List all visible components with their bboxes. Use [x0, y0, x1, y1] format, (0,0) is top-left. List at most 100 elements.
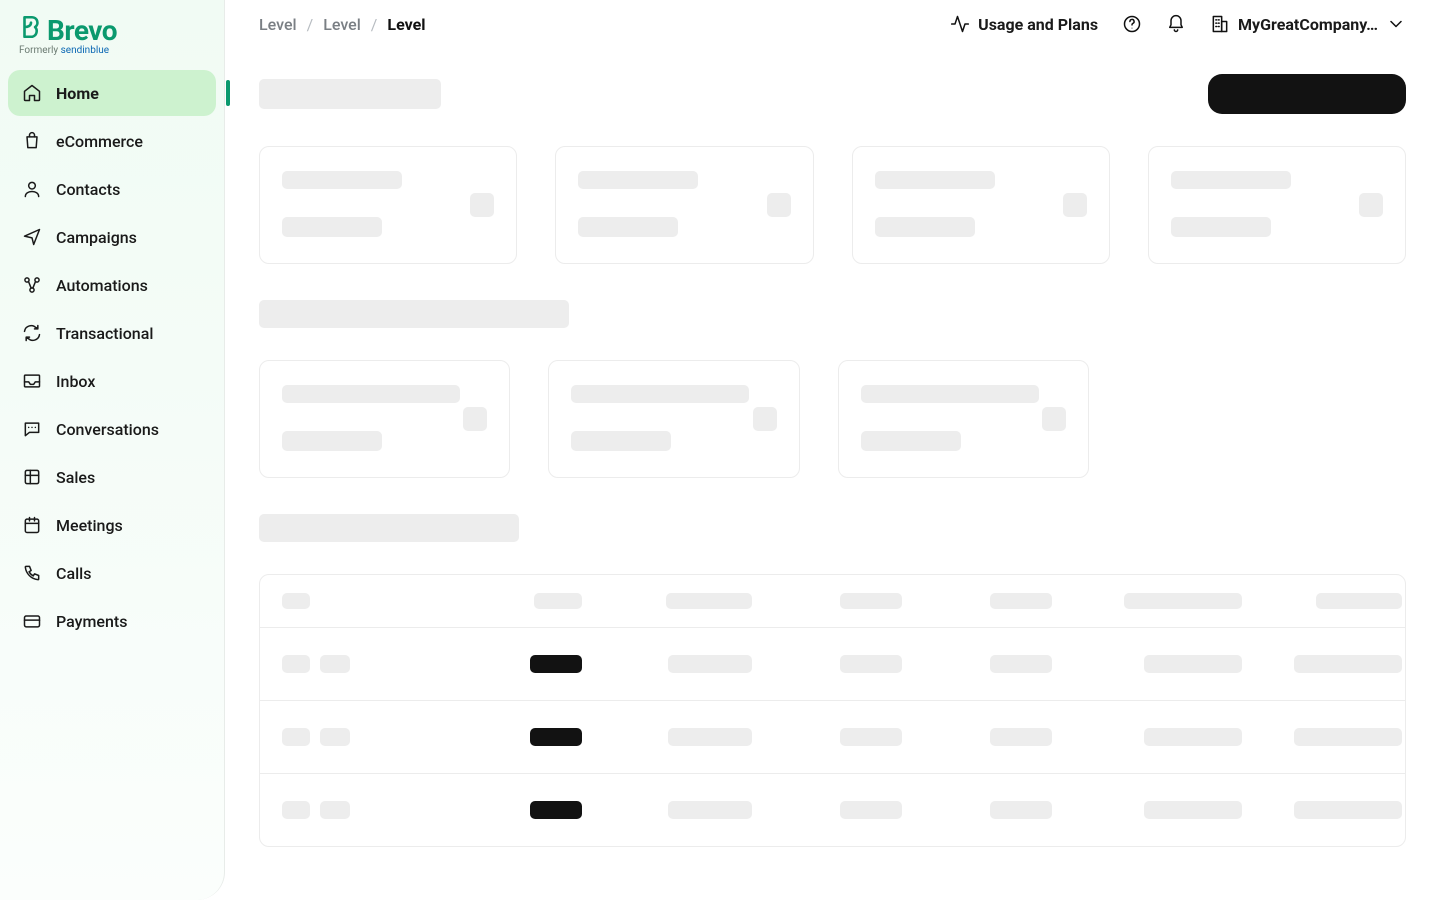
grid-icon — [22, 467, 42, 487]
sidebar-item-label: Calls — [56, 564, 91, 583]
sidebar-item-calls[interactable]: Calls — [8, 550, 216, 596]
table-cell — [1252, 728, 1402, 746]
table-cell — [282, 728, 412, 746]
stat-card — [259, 146, 517, 264]
skeleton-line — [1171, 171, 1291, 189]
sidebar-item-meetings[interactable]: Meetings — [8, 502, 216, 548]
help-icon[interactable] — [1122, 14, 1142, 34]
inbox-icon — [22, 371, 42, 391]
section-heading — [259, 514, 1406, 542]
refresh-icon — [22, 323, 42, 343]
skeleton-heading — [259, 514, 519, 542]
sidebar-item-campaigns[interactable]: Campaigns — [8, 214, 216, 260]
sidebar-item-label: Meetings — [56, 516, 123, 535]
skeleton-line — [282, 217, 382, 237]
skeleton-square — [463, 407, 487, 431]
stat-card — [259, 360, 510, 478]
breadcrumb: Level/Level/Level — [259, 15, 425, 34]
topbar-right: Usage and Plans MyGreatCompany… — [950, 14, 1406, 34]
sidebar-item-ecommerce[interactable]: eCommerce — [8, 118, 216, 164]
stat-card — [852, 146, 1110, 264]
main-area: Level/Level/Level Usage and Plans MyGrea… — [225, 0, 1440, 900]
sidebar-item-payments[interactable]: Payments — [8, 598, 216, 644]
table-header-cell — [1252, 593, 1402, 609]
page-heading-row — [259, 74, 1406, 114]
table-cell — [1062, 655, 1242, 673]
stat-card — [1148, 146, 1406, 264]
table-cell — [912, 801, 1052, 819]
sidebar-item-transactional[interactable]: Transactional — [8, 310, 216, 356]
table-header-cell — [422, 593, 582, 609]
table-cell — [1252, 655, 1402, 673]
table-cell — [762, 728, 902, 746]
skeleton-line — [578, 171, 698, 189]
table-cell — [592, 655, 752, 673]
section-heading — [259, 300, 1406, 328]
topbar: Level/Level/Level Usage and Plans MyGrea… — [225, 0, 1440, 44]
table-row — [260, 774, 1405, 846]
sidebar-item-home[interactable]: Home — [8, 70, 216, 116]
skeleton-line — [282, 171, 402, 189]
table-cell — [912, 655, 1052, 673]
calendar-icon — [22, 515, 42, 535]
sidebar-item-sales[interactable]: Sales — [8, 454, 216, 500]
table-cell — [282, 801, 412, 819]
skeleton-primary-button[interactable] — [1208, 74, 1406, 114]
skeleton-table — [259, 574, 1406, 847]
skeleton-line — [282, 431, 382, 451]
brand-block: Brevo Formerly sendinblue — [0, 0, 224, 60]
chat-icon — [22, 419, 42, 439]
table-header-cell — [762, 593, 902, 609]
sidebar-item-label: Automations — [56, 276, 148, 295]
breadcrumb-item[interactable]: Level — [323, 15, 361, 34]
building-icon — [1210, 14, 1230, 34]
table-cell — [1062, 728, 1242, 746]
sidebar-item-label: Home — [56, 84, 99, 103]
stat-card — [838, 360, 1089, 478]
stat-card — [548, 360, 799, 478]
skeleton-line — [571, 431, 671, 451]
table-header-cell — [1062, 593, 1242, 609]
brand-name: Brevo — [47, 14, 117, 47]
phone-icon — [22, 563, 42, 583]
sidebar-item-conversations[interactable]: Conversations — [8, 406, 216, 452]
table-row — [260, 701, 1405, 774]
home-icon — [22, 83, 42, 103]
breadcrumb-item[interactable]: Level — [259, 15, 297, 34]
skeleton-heading — [259, 300, 569, 328]
skeleton-square — [753, 407, 777, 431]
bag-icon — [22, 131, 42, 151]
skeleton-line — [571, 385, 749, 403]
table-cell — [762, 801, 902, 819]
skeleton-line — [861, 385, 1039, 403]
table-header-cell — [282, 593, 412, 609]
table-cell — [912, 728, 1052, 746]
table-cell — [592, 801, 752, 819]
brand-mark-icon — [18, 14, 44, 40]
sidebar-item-contacts[interactable]: Contacts — [8, 166, 216, 212]
skeleton-heading — [259, 79, 441, 109]
sidebar-item-automations[interactable]: Automations — [8, 262, 216, 308]
table-header-cell — [592, 593, 752, 609]
bell-icon[interactable] — [1166, 14, 1186, 34]
user-icon — [22, 179, 42, 199]
skeleton-line — [861, 431, 961, 451]
skeleton-line — [578, 217, 678, 237]
table-cell — [422, 728, 582, 746]
skeleton-square — [767, 193, 791, 217]
skeleton-square — [470, 193, 494, 217]
sidebar-item-inbox[interactable]: Inbox — [8, 358, 216, 404]
table-header-row — [260, 575, 1405, 628]
sidebar-item-label: Contacts — [56, 180, 120, 199]
usage-and-plans-link[interactable]: Usage and Plans — [950, 14, 1098, 34]
table-cell — [282, 655, 412, 673]
stat-cards-row-1 — [259, 146, 1406, 264]
stat-cards-row-2 — [259, 360, 1089, 478]
skeleton-line — [875, 217, 975, 237]
table-cell — [1252, 801, 1402, 819]
company-picker[interactable]: MyGreatCompany… — [1210, 14, 1406, 34]
table-cell — [592, 728, 752, 746]
activity-icon — [950, 14, 970, 34]
table-cell — [422, 801, 582, 819]
breadcrumb-item: Level — [387, 15, 425, 34]
